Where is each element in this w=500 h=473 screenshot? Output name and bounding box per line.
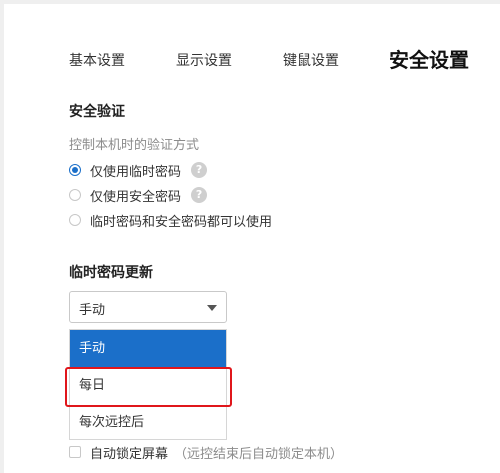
temp-password-update-heading: 临时密码更新 [69, 265, 153, 281]
auto-lock-label: 自动锁定屏幕 [90, 446, 169, 462]
radio-unchecked-icon[interactable] [69, 214, 81, 226]
radio-label: 仅使用临时密码 [90, 164, 182, 180]
radio-unchecked-icon[interactable] [69, 189, 81, 201]
window-left-edge [0, 0, 4, 473]
radio-label: 仅使用安全密码 [90, 189, 182, 205]
radio-label: 临时密码和安全密码都可以使用 [90, 214, 273, 230]
menu-item-manual[interactable]: 手动 [70, 330, 226, 367]
radio-temp-password-only[interactable]: 仅使用临时密码 ? [69, 160, 208, 180]
tab-basic-settings[interactable]: 基本设置 [69, 50, 125, 70]
radio-security-password-only[interactable]: 仅使用安全密码 ? [69, 185, 208, 205]
question-circle-icon[interactable]: ? [191, 187, 208, 203]
radio-either-password[interactable]: 临时密码和安全密码都可以使用 [69, 210, 272, 230]
tab-display-settings[interactable]: 显示设置 [176, 50, 232, 70]
menu-item-after-each-remote[interactable]: 每次远控后 [70, 404, 226, 441]
radio-checked-icon[interactable] [69, 164, 81, 176]
window-top-edge [0, 0, 500, 4]
caret-down-icon[interactable] [207, 305, 217, 311]
temp-password-update-select[interactable]: 手动 [69, 291, 227, 323]
question-circle-icon[interactable]: ? [191, 162, 208, 178]
checkbox-unchecked-icon[interactable] [69, 446, 81, 458]
menu-item-daily[interactable]: 每日 [70, 367, 226, 404]
auto-lock-checkbox-row[interactable]: 自动锁定屏幕 （远控结束后自动锁定本机） [69, 443, 344, 462]
security-verification-description: 控制本机时的验证方式 [69, 138, 200, 153]
temp-password-update-menu: 手动 每日 每次远控后 [69, 329, 227, 440]
select-current-value: 手动 [79, 303, 106, 318]
security-verification-heading: 安全验证 [69, 104, 125, 120]
tab-security-settings[interactable]: 安全设置 [389, 44, 469, 73]
auto-lock-note: （远控结束后自动锁定本机） [174, 446, 344, 462]
tab-keyboard-mouse-settings[interactable]: 键鼠设置 [283, 50, 339, 70]
